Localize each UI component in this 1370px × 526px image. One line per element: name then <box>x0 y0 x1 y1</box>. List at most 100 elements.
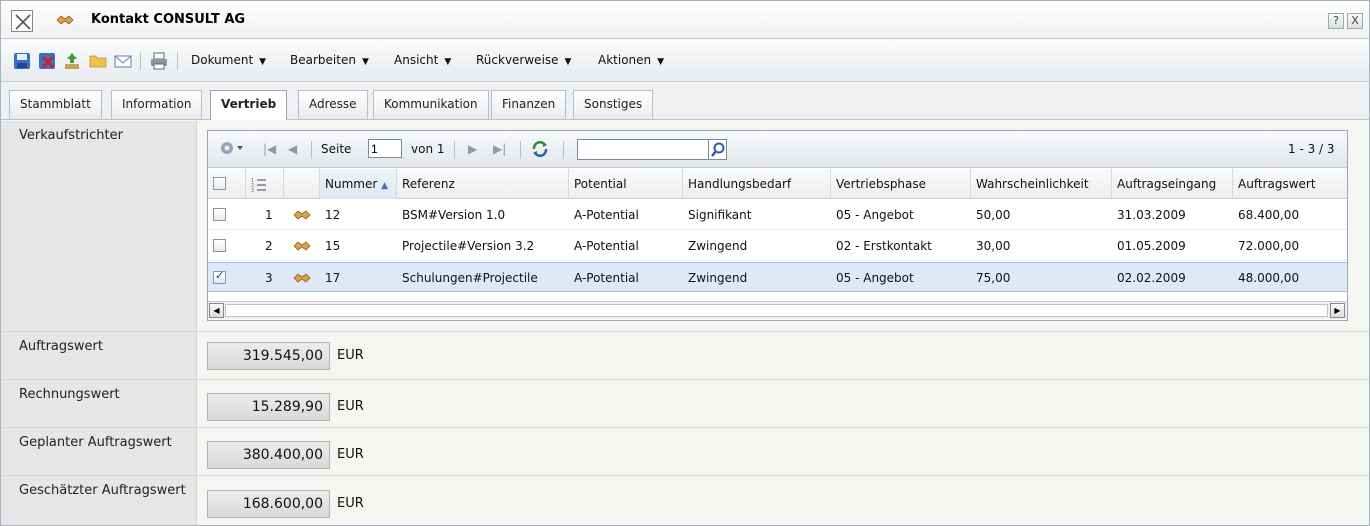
row-divider <box>1 427 1369 428</box>
menu-rueckverweise[interactable]: Rückverweise ▼ <box>476 53 571 67</box>
prev-page-icon[interactable]: ◀ <box>288 142 297 156</box>
auftragswert-field: 319.545,00 <box>207 342 330 370</box>
row-checkbox[interactable] <box>213 239 226 252</box>
first-page-icon[interactable]: |◀ <box>263 142 276 156</box>
select-all-checkbox[interactable] <box>213 177 226 190</box>
select-all-cell <box>208 169 246 199</box>
col-auftragswert-header[interactable]: Auftragswert <box>1233 169 1347 199</box>
sort-asc-icon: ▲ <box>381 181 389 191</box>
row-checkbox-checked[interactable] <box>213 269 226 284</box>
cell-auftragswert: 68.400,00 <box>1238 208 1300 222</box>
row-checkbox[interactable] <box>213 208 226 221</box>
close-icon[interactable]: X <box>1347 13 1363 29</box>
row-divider <box>1 379 1369 380</box>
cell-auftragswert: 72.000,00 <box>1238 239 1300 253</box>
horizontal-scrollbar[interactable]: ◀ ▶ <box>208 301 1347 319</box>
email-icon[interactable] <box>114 52 132 70</box>
tab-strip: Stammblatt Information Vertrieb Adresse … <box>1 83 1369 120</box>
col-potential-header[interactable]: Potential <box>569 169 683 199</box>
cell-potential: A-Potential <box>574 271 639 285</box>
sales-funnel-grid: |◀ ◀ Seite von 1 ▶ ▶| 1 - 3 / 3 <box>207 130 1348 321</box>
col-auftragseingang-header[interactable]: Auftragseingang <box>1112 169 1233 199</box>
next-page-icon[interactable]: ▶ <box>468 142 477 156</box>
main-toolbar: Dokument ▼ Bearbeiten ▼ Ansicht ▼ Rückverwe… <box>1 40 1369 82</box>
geschaetzter-auftragswert-field: 168.600,00 <box>207 490 330 518</box>
handshake-icon <box>288 263 311 293</box>
row-index: 2 <box>265 239 273 253</box>
field-label-geschaetzter-auftragswert: Geschätzter Auftragswert <box>1 476 197 525</box>
grid-header-row: 123 Nummer ▲ Referenz Potential Handlung… <box>208 169 1347 199</box>
last-page-icon[interactable]: ▶| <box>493 142 506 156</box>
toolbar-separator <box>177 52 178 70</box>
tab-kommunikation[interactable]: Kommunikation <box>373 90 489 119</box>
folder-icon[interactable] <box>89 52 107 70</box>
cell-vertriebsphase: 02 - Erstkontakt <box>836 239 932 253</box>
cell-handlungsbedarf: Signifikant <box>688 208 752 222</box>
save-icon[interactable] <box>13 52 31 70</box>
field-label-geplanter-auftragswert: Geplanter Auftragswert <box>1 428 197 475</box>
tab-sonstiges[interactable]: Sonstiges <box>573 90 654 119</box>
cell-referenz: Schulungen#Projectile <box>402 271 538 285</box>
col-referenz-header[interactable]: Referenz <box>397 169 569 199</box>
col-handlungsbedarf-header[interactable]: Handlungsbedarf <box>683 169 831 199</box>
scrollbar-thumb[interactable] <box>225 304 1328 317</box>
handshake-icon <box>288 231 311 261</box>
caret-down-icon: ▼ <box>259 57 267 67</box>
cell-wahrscheinlichkeit: 50,00 <box>976 208 1011 222</box>
handshake-icon <box>288 200 311 230</box>
table-row[interactable]: 1 12 BSM#Version 1.0 A-Potential Signifi… <box>208 200 1347 230</box>
grid-separator <box>311 141 312 159</box>
currency-label: EUR <box>337 496 364 511</box>
page-label: Seite <box>321 142 352 156</box>
menu-ansicht[interactable]: Ansicht ▼ <box>394 53 451 67</box>
col-nummer-header[interactable]: Nummer ▲ <box>320 169 397 199</box>
cell-potential: A-Potential <box>574 239 639 253</box>
tab-stammblatt[interactable]: Stammblatt <box>9 90 102 119</box>
tab-adresse[interactable]: Adresse <box>298 90 368 119</box>
tab-finanzen[interactable]: Finanzen <box>491 90 567 119</box>
cell-auftragseingang: 01.05.2009 <box>1117 239 1186 253</box>
handshake-icon <box>56 13 74 27</box>
col-wahrscheinlichkeit-header[interactable]: Wahrscheinlichkeit <box>971 169 1112 199</box>
table-row[interactable]: 2 15 Projectile#Version 3.2 A-Potential … <box>208 231 1347 261</box>
grid-separator <box>454 141 455 159</box>
cell-referenz: BSM#Version 1.0 <box>402 208 506 222</box>
upload-icon[interactable] <box>63 52 81 70</box>
cell-wahrscheinlichkeit: 30,00 <box>976 239 1011 253</box>
caret-down-icon: ▼ <box>444 57 452 67</box>
refresh-icon[interactable] <box>530 139 550 162</box>
currency-label: EUR <box>337 399 364 414</box>
menu-bearbeiten[interactable]: Bearbeiten ▼ <box>290 53 369 67</box>
close-window-icon[interactable] <box>11 10 33 32</box>
help-icon[interactable]: ? <box>1328 13 1344 29</box>
col-vertriebsphase-header[interactable]: Vertriebsphase <box>831 169 971 199</box>
record-window: Kontakt CONSULT AG ? X Dokument ▼ Bearbei… <box>0 0 1370 526</box>
row-index: 1 <box>265 208 273 222</box>
scroll-left-icon[interactable]: ◀ <box>209 303 224 318</box>
row-divider <box>1 331 1369 332</box>
menu-dokument[interactable]: Dokument ▼ <box>191 53 266 67</box>
tab-information[interactable]: Information <box>111 90 203 119</box>
svg-text:3: 3 <box>251 188 254 193</box>
grid-search-input[interactable] <box>577 139 709 160</box>
page-number-input[interactable] <box>368 139 402 158</box>
delete-icon[interactable] <box>38 52 56 70</box>
row-number-header-icon[interactable]: 123 <box>246 169 284 199</box>
caret-down-icon: ▼ <box>564 57 572 67</box>
cell-referenz: Projectile#Version 3.2 <box>402 239 535 253</box>
cell-handlungsbedarf: Zwingend <box>688 239 748 253</box>
gear-icon[interactable] <box>218 139 244 160</box>
window-title: Kontakt CONSULT AG <box>91 12 246 27</box>
cell-nummer: 17 <box>325 271 341 285</box>
geplanter-auftragswert-field: 380.400,00 <box>207 441 330 469</box>
search-icon[interactable] <box>709 139 727 160</box>
tab-vertrieb[interactable]: Vertrieb <box>210 90 288 120</box>
scroll-right-icon[interactable]: ▶ <box>1330 303 1345 318</box>
record-range-label: 1 - 3 / 3 <box>1288 142 1335 156</box>
icon-column-header <box>284 169 320 199</box>
cell-auftragswert: 48.000,00 <box>1238 271 1300 285</box>
table-row-selected[interactable]: 3 17 Schulungen#Projectile A-Potential Z… <box>208 262 1347 292</box>
cell-handlungsbedarf: Zwingend <box>688 271 748 285</box>
menu-aktionen[interactable]: Aktionen ▼ <box>598 53 664 67</box>
print-icon[interactable] <box>150 52 168 70</box>
